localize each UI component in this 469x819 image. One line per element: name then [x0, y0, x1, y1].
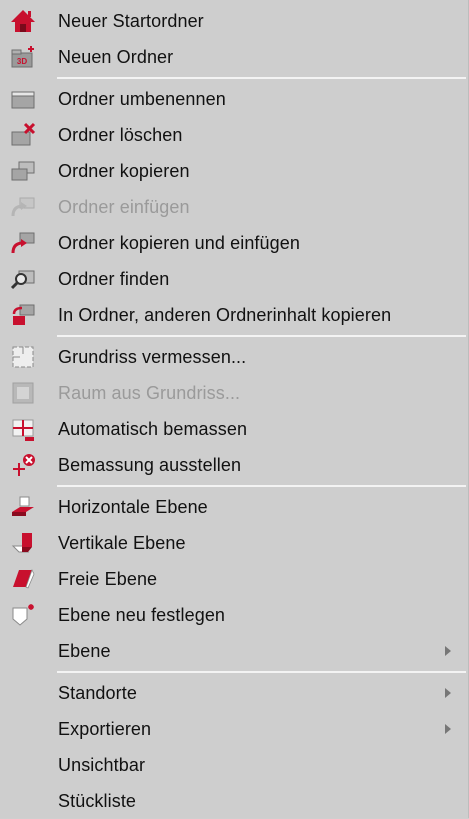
menu-item-label: Neuer Startordner — [58, 10, 204, 31]
rename-folder-icon — [8, 84, 38, 114]
menu-item-label: In Ordner, anderen Ordnerinhalt kopieren — [58, 304, 392, 325]
menu-item-label: Ordner finden — [58, 268, 170, 289]
auto-dimension-icon — [8, 414, 38, 444]
copy-folder-icon — [8, 156, 38, 186]
free-plane-icon — [8, 564, 38, 594]
menu-item-paste-folder[interactable]: Ordner einfügen — [0, 189, 468, 225]
menu-item-label: Exportieren — [58, 718, 152, 739]
submenu-arrow-icon — [445, 646, 451, 656]
menu-item-label: Ordner einfügen — [58, 196, 190, 217]
delete-folder-icon — [8, 120, 38, 150]
menu-item-label: Stückliste — [58, 790, 137, 811]
paste-folder-icon — [8, 192, 38, 222]
new-folder-3d-icon: 3D — [8, 42, 38, 72]
menu-item-copy-folder[interactable]: Ordner kopieren — [0, 153, 468, 189]
menu-item-label: Horizontale Ebene — [58, 496, 208, 517]
menu-item-label: Vertikale Ebene — [58, 532, 186, 553]
redefine-plane-icon — [8, 600, 38, 630]
empty-icon-slot — [8, 750, 38, 780]
menu-item-label: Freie Ebene — [58, 568, 158, 589]
menu-item-label: Ordner kopieren und einfügen — [58, 232, 300, 253]
home-icon — [8, 6, 38, 36]
find-folder-icon — [8, 264, 38, 294]
menu-item-export-submenu[interactable]: Exportieren — [0, 711, 468, 747]
menu-item-new-start-folder[interactable]: Neuer Startordner — [0, 3, 468, 39]
menu-item-find-folder[interactable]: Ordner finden — [0, 261, 468, 297]
menu-item-invisible[interactable]: Unsichtbar — [0, 747, 468, 783]
empty-icon-slot — [8, 786, 38, 816]
dimension-off-icon — [8, 450, 38, 480]
menu-item-label: Ebene neu festlegen — [58, 604, 226, 625]
menu-item-room-from-floorplan[interactable]: Raum aus Grundriss... — [0, 375, 468, 411]
menu-item-label: Grundriss vermessen... — [58, 346, 247, 367]
copy-content-into-folder-icon — [8, 300, 38, 330]
menu-item-label: Neuen Ordner — [58, 46, 174, 67]
menu-item-label: Standorte — [58, 682, 137, 703]
menu-item-vertical-plane[interactable]: Vertikale Ebene — [0, 525, 468, 561]
menu-item-label: Bemassung ausstellen — [58, 454, 242, 475]
menu-item-copy-content-into-folder[interactable]: In Ordner, anderen Ordnerinhalt kopieren — [0, 297, 468, 333]
menu-item-label: Raum aus Grundriss... — [58, 382, 241, 403]
menu-item-free-plane[interactable]: Freie Ebene — [0, 561, 468, 597]
menu-item-label: Ordner kopieren — [58, 160, 190, 181]
submenu-arrow-icon — [445, 688, 451, 698]
copy-paste-folder-icon — [8, 228, 38, 258]
empty-icon-slot — [8, 636, 38, 666]
vertical-plane-icon — [8, 528, 38, 558]
submenu-arrow-icon — [445, 724, 451, 734]
empty-icon-slot — [8, 714, 38, 744]
menu-item-horizontal-plane[interactable]: Horizontale Ebene — [0, 489, 468, 525]
new-folder-3d-text: 3D — [17, 57, 27, 66]
menu-item-copy-paste-folder[interactable]: Ordner kopieren und einfügen — [0, 225, 468, 261]
measure-floorplan-icon — [8, 342, 38, 372]
menu-item-new-folder[interactable]: 3D Neuen Ordner — [0, 39, 468, 75]
menu-item-label: Automatisch bemassen — [58, 418, 248, 439]
menu-item-label: Ebene — [58, 640, 111, 661]
menu-item-delete-folder[interactable]: Ordner löschen — [0, 117, 468, 153]
menu-item-label: Ordner löschen — [58, 124, 183, 145]
menu-item-plane-submenu[interactable]: Ebene — [0, 633, 468, 669]
menu-item-label: Ordner umbenennen — [58, 88, 226, 109]
menu-item-redefine-plane[interactable]: Ebene neu festlegen — [0, 597, 468, 633]
horizontal-plane-icon — [8, 492, 38, 522]
menu-item-measure-floorplan[interactable]: Grundriss vermessen... — [0, 339, 468, 375]
menu-item-rename-folder[interactable]: Ordner umbenennen — [0, 81, 468, 117]
empty-icon-slot — [8, 678, 38, 708]
menu-item-locations-submenu[interactable]: Standorte — [0, 675, 468, 711]
menu-item-auto-dimension[interactable]: Automatisch bemassen — [0, 411, 468, 447]
menu-item-parts-list[interactable]: Stückliste — [0, 783, 468, 819]
menu-item-dimension-off[interactable]: Bemassung ausstellen — [0, 447, 468, 483]
room-from-floorplan-icon — [8, 378, 38, 408]
menu-item-label: Unsichtbar — [58, 754, 146, 775]
context-menu: Neuer Startordner 3D Neuen Ordner Ordner… — [0, 0, 469, 818]
